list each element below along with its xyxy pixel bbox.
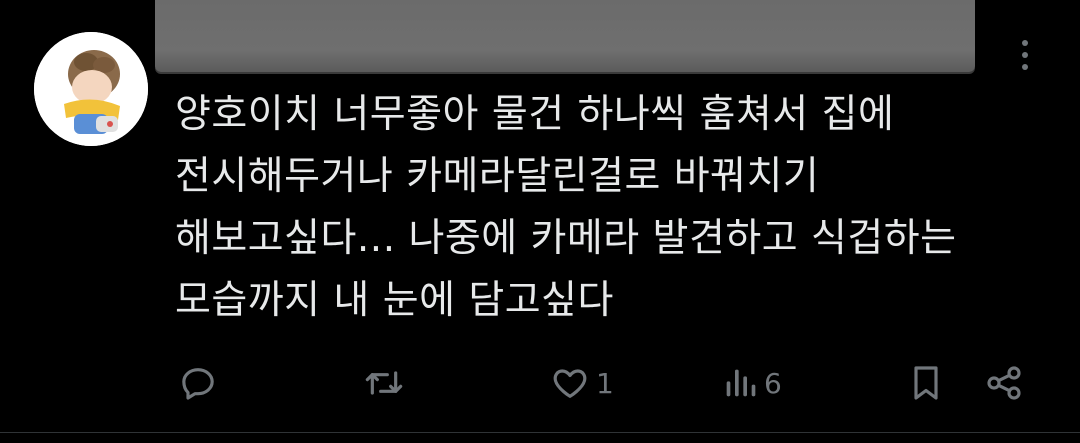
share-icon — [984, 363, 1024, 403]
views-icon — [722, 363, 758, 403]
post-text: 양호이치 너무좋아 물건 하나씩 훔쳐서 집에 전시해두거나 카메라달린걸로 바… — [175, 92, 957, 323]
bookmark-button[interactable] — [908, 355, 944, 411]
views-count: 6 — [764, 366, 782, 400]
like-count: 1 — [596, 366, 614, 400]
redacted-header-overlay — [155, 0, 975, 72]
views-button[interactable]: 6 — [722, 355, 782, 411]
avatar-plush-figure — [34, 32, 148, 146]
post-divider — [0, 432, 1080, 433]
heart-icon — [550, 363, 590, 403]
reply-icon — [178, 363, 218, 403]
bookmark-icon — [908, 363, 944, 403]
retweet-button[interactable] — [362, 355, 406, 411]
reply-button[interactable] — [178, 355, 218, 411]
share-button[interactable] — [984, 355, 1024, 411]
avatar[interactable] — [34, 32, 148, 146]
action-bar: 1 6 — [0, 355, 1080, 411]
more-options-icon[interactable] — [1008, 34, 1042, 76]
like-button[interactable]: 1 — [550, 355, 614, 411]
post-card[interactable]: 양호이치 너무좋아 물건 하나씩 훔쳐서 집에 전시해두거나 카메라달린걸로 바… — [0, 0, 1080, 443]
retweet-icon — [362, 363, 406, 403]
